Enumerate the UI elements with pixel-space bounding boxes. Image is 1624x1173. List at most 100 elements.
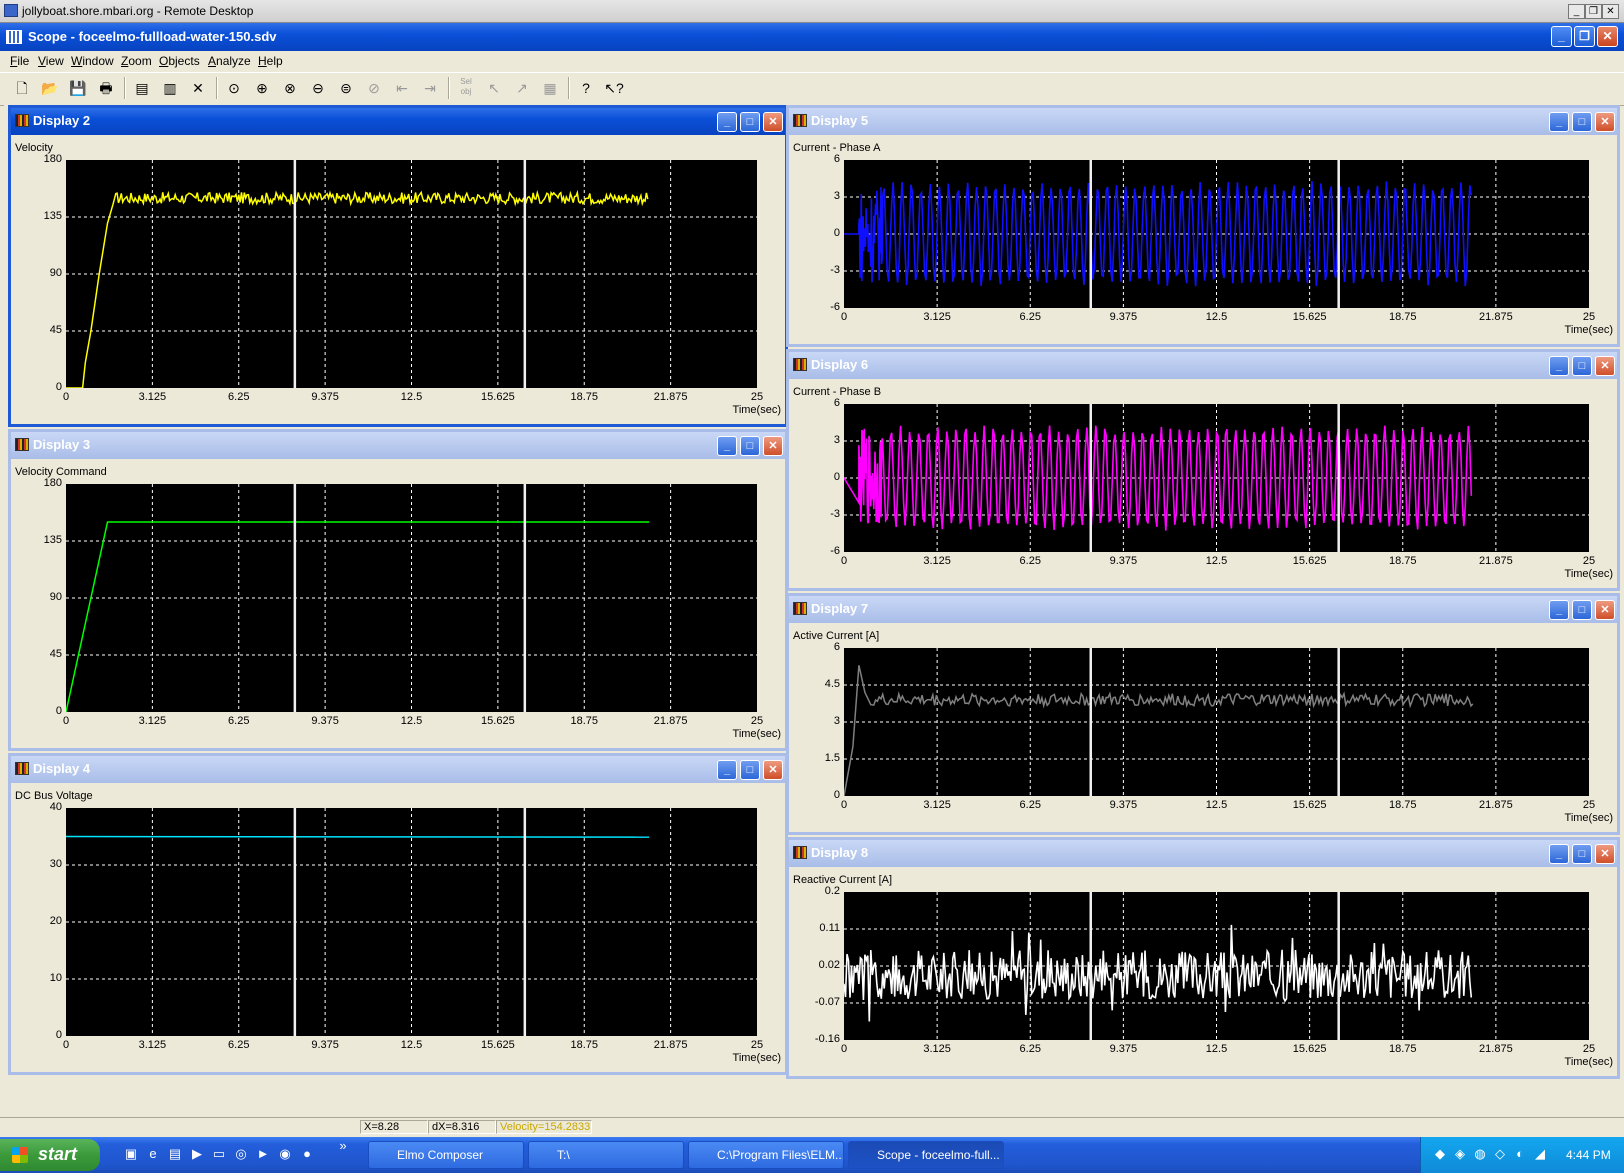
messenger-icon[interactable]: ●	[298, 1145, 316, 1163]
app-minimize-button[interactable]: _	[1551, 26, 1572, 47]
plot-area[interactable]	[844, 404, 1589, 552]
menu-window[interactable]: Window	[71, 54, 114, 68]
display-minimize-button[interactable]: _	[1549, 112, 1569, 132]
display-titlebar[interactable]: Display 6 _ □ ✕	[789, 352, 1617, 379]
display-window-3[interactable]: Display 3 _ □ ✕ Velocity Command 180 135 90…	[8, 429, 788, 751]
x-tick-label: 21.875	[653, 715, 688, 727]
display-close-button[interactable]: ✕	[763, 112, 783, 132]
rdp-restore-button[interactable]: ❐	[1585, 4, 1602, 19]
plot-area[interactable]	[844, 160, 1589, 308]
app-close-button[interactable]: ✕	[1597, 26, 1618, 47]
display-close-button[interactable]: ✕	[763, 760, 783, 780]
properties-icon[interactable]: ▤	[130, 76, 154, 100]
plot-area[interactable]	[66, 484, 757, 712]
context-help-icon[interactable]: ↖?	[602, 76, 626, 100]
display-maximize-button[interactable]: □	[1572, 356, 1592, 376]
tray-volume-icon[interactable]: ◢	[1531, 1145, 1549, 1163]
notepad-icon[interactable]: ▤	[166, 1145, 184, 1163]
task-scope[interactable]: Scope - foceelmo-full...	[848, 1141, 1004, 1169]
start-button[interactable]: start	[0, 1139, 100, 1171]
open-folder-icon[interactable]: 📂	[38, 76, 62, 100]
display-minimize-button[interactable]: _	[1549, 600, 1569, 620]
delete-icon[interactable]: ✕	[186, 76, 210, 100]
menu-bar: File View Window Zoom Objects Analyze He…	[0, 51, 1624, 71]
rdp-minimize-button[interactable]: _	[1568, 4, 1585, 19]
app-restore-button[interactable]: ❐	[1574, 26, 1595, 47]
display-titlebar[interactable]: Display 4 _ □ ✕	[11, 756, 785, 783]
internet-explorer-icon[interactable]: e	[144, 1145, 162, 1163]
zoom-fit-icon[interactable]: ⊙	[222, 76, 246, 100]
display-close-button[interactable]: ✕	[1595, 600, 1615, 620]
display-minimize-button[interactable]: _	[1549, 844, 1569, 864]
display-window-6[interactable]: Display 6 _ □ ✕ Current - Phase B 6 3 0 -3 -6…	[786, 349, 1620, 591]
display-titlebar[interactable]: Display 3 _ □ ✕	[11, 432, 785, 459]
media-player-icon[interactable]: ►	[254, 1145, 272, 1163]
task-elmo-composer[interactable]: Elmo Composer	[368, 1141, 524, 1169]
display-window-7[interactable]: Display 7 _ □ ✕ Active Current [A] 6 4.5 3 1…	[786, 593, 1620, 835]
export-icon[interactable]: ▦	[538, 76, 562, 100]
display-titlebar[interactable]: Display 8 _ □ ✕	[789, 840, 1617, 867]
plot-area[interactable]	[844, 892, 1589, 1040]
display-window-8[interactable]: Display 8 _ □ ✕ Reactive Current [A] 0.2 0…	[786, 837, 1620, 1079]
menu-zoom[interactable]: Zoom	[121, 54, 152, 68]
display-window-4[interactable]: Display 4 _ □ ✕ DC Bus Voltage 40 30 20 10 0 0…	[8, 753, 788, 1075]
y-tick-label: 90	[49, 267, 62, 279]
display-maximize-button[interactable]: □	[740, 760, 760, 780]
tray-network-icon[interactable]: ◈	[1451, 1145, 1469, 1163]
display-maximize-button[interactable]: □	[1572, 844, 1592, 864]
display-maximize-button[interactable]: □	[740, 112, 760, 132]
display-close-button[interactable]: ✕	[1595, 112, 1615, 132]
command-prompt-icon[interactable]: ▶	[188, 1145, 206, 1163]
menu-view[interactable]: View	[38, 54, 64, 68]
scroll-left-icon[interactable]: ⇤	[390, 76, 414, 100]
select-object-icon[interactable]: Sel obj	[454, 76, 478, 100]
display-window-2[interactable]: Display 2 _ □ ✕ Velocity 180 135 90 45 0 0 3.12…	[8, 105, 788, 427]
display-close-button[interactable]: ✕	[1595, 844, 1615, 864]
display-close-button[interactable]: ✕	[763, 436, 783, 456]
zoom-reset-icon[interactable]: ⊜	[334, 76, 358, 100]
rdp-close-button[interactable]: ✕	[1602, 4, 1619, 19]
save-icon[interactable]: 💾	[66, 76, 90, 100]
plot-area[interactable]	[66, 160, 757, 388]
display-minimize-button[interactable]: _	[717, 112, 737, 132]
chart-settings-icon[interactable]: ▥	[158, 76, 182, 100]
plot-area[interactable]	[844, 648, 1589, 796]
print-icon[interactable]: 🖶	[94, 76, 118, 100]
display-maximize-button[interactable]: □	[1572, 600, 1592, 620]
tray-tool-icon[interactable]: ◇	[1491, 1145, 1509, 1163]
display-window-5[interactable]: Display 5 _ □ ✕ Current - Phase A 6 3 0 -3 -6…	[786, 105, 1620, 347]
app-launcher-icon[interactable]: ◉	[276, 1145, 294, 1163]
browser-icon[interactable]: ◎	[232, 1145, 250, 1163]
display-titlebar[interactable]: Display 2 _ □ ✕	[11, 108, 785, 135]
help-icon[interactable]: ?	[574, 76, 598, 100]
folder-icon[interactable]: ▭	[210, 1145, 228, 1163]
menu-analyze[interactable]: Analyze	[208, 54, 251, 68]
new-file-icon[interactable]: 🗋	[10, 76, 34, 100]
tray-security-icon[interactable]: ◍	[1471, 1145, 1489, 1163]
scroll-right-icon[interactable]: ⇥	[418, 76, 442, 100]
zoom-in-icon[interactable]: ⊕	[250, 76, 274, 100]
display-minimize-button[interactable]: _	[717, 760, 737, 780]
tray-app-icon[interactable]: ◆	[1431, 1145, 1449, 1163]
quicklaunch-overflow[interactable]: »	[334, 1137, 352, 1155]
display-maximize-button[interactable]: □	[1572, 112, 1592, 132]
menu-file[interactable]: File	[10, 54, 29, 68]
plot-area[interactable]	[66, 808, 757, 1036]
zoom-prev-icon[interactable]: ⊘	[362, 76, 386, 100]
display-titlebar[interactable]: Display 7 _ □ ✕	[789, 596, 1617, 623]
zoom-x-icon[interactable]: ⊗	[278, 76, 302, 100]
task-t-drive[interactable]: T:\	[528, 1141, 684, 1169]
menu-objects[interactable]: Objects	[159, 54, 200, 68]
display-minimize-button[interactable]: _	[717, 436, 737, 456]
display-maximize-button[interactable]: □	[740, 436, 760, 456]
pointer-tool-icon[interactable]: ↗	[510, 76, 534, 100]
display-close-button[interactable]: ✕	[1595, 356, 1615, 376]
display-titlebar[interactable]: Display 5 _ □ ✕	[789, 108, 1617, 135]
menu-help[interactable]: Help	[258, 54, 283, 68]
tray-sync-icon[interactable]: ◐	[1511, 1145, 1529, 1163]
task-program-files[interactable]: C:\Program Files\ELM...	[688, 1141, 844, 1169]
show-desktop-icon[interactable]: ▣	[122, 1145, 140, 1163]
cursor-tool-icon[interactable]: ↖	[482, 76, 506, 100]
display-minimize-button[interactable]: _	[1549, 356, 1569, 376]
zoom-out-icon[interactable]: ⊖	[306, 76, 330, 100]
